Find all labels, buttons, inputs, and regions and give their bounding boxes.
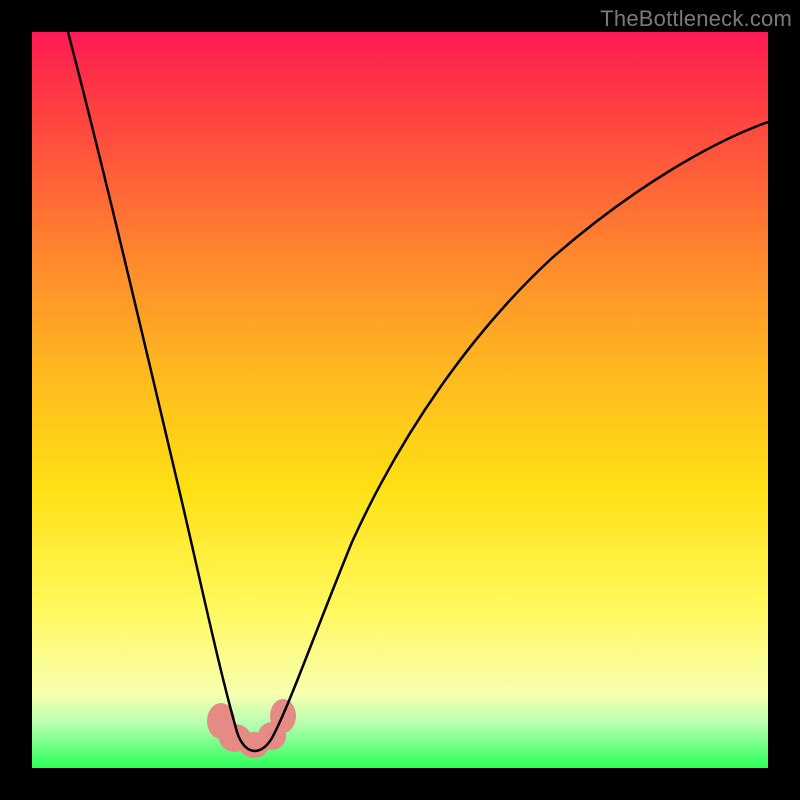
bottleneck-curve-layer bbox=[32, 32, 768, 768]
chart-frame: TheBottleneck.com bbox=[0, 0, 800, 800]
bottleneck-curve bbox=[68, 32, 768, 751]
highlight-region bbox=[207, 699, 296, 758]
watermark-text: TheBottleneck.com bbox=[600, 6, 792, 32]
plot-area bbox=[32, 32, 768, 768]
